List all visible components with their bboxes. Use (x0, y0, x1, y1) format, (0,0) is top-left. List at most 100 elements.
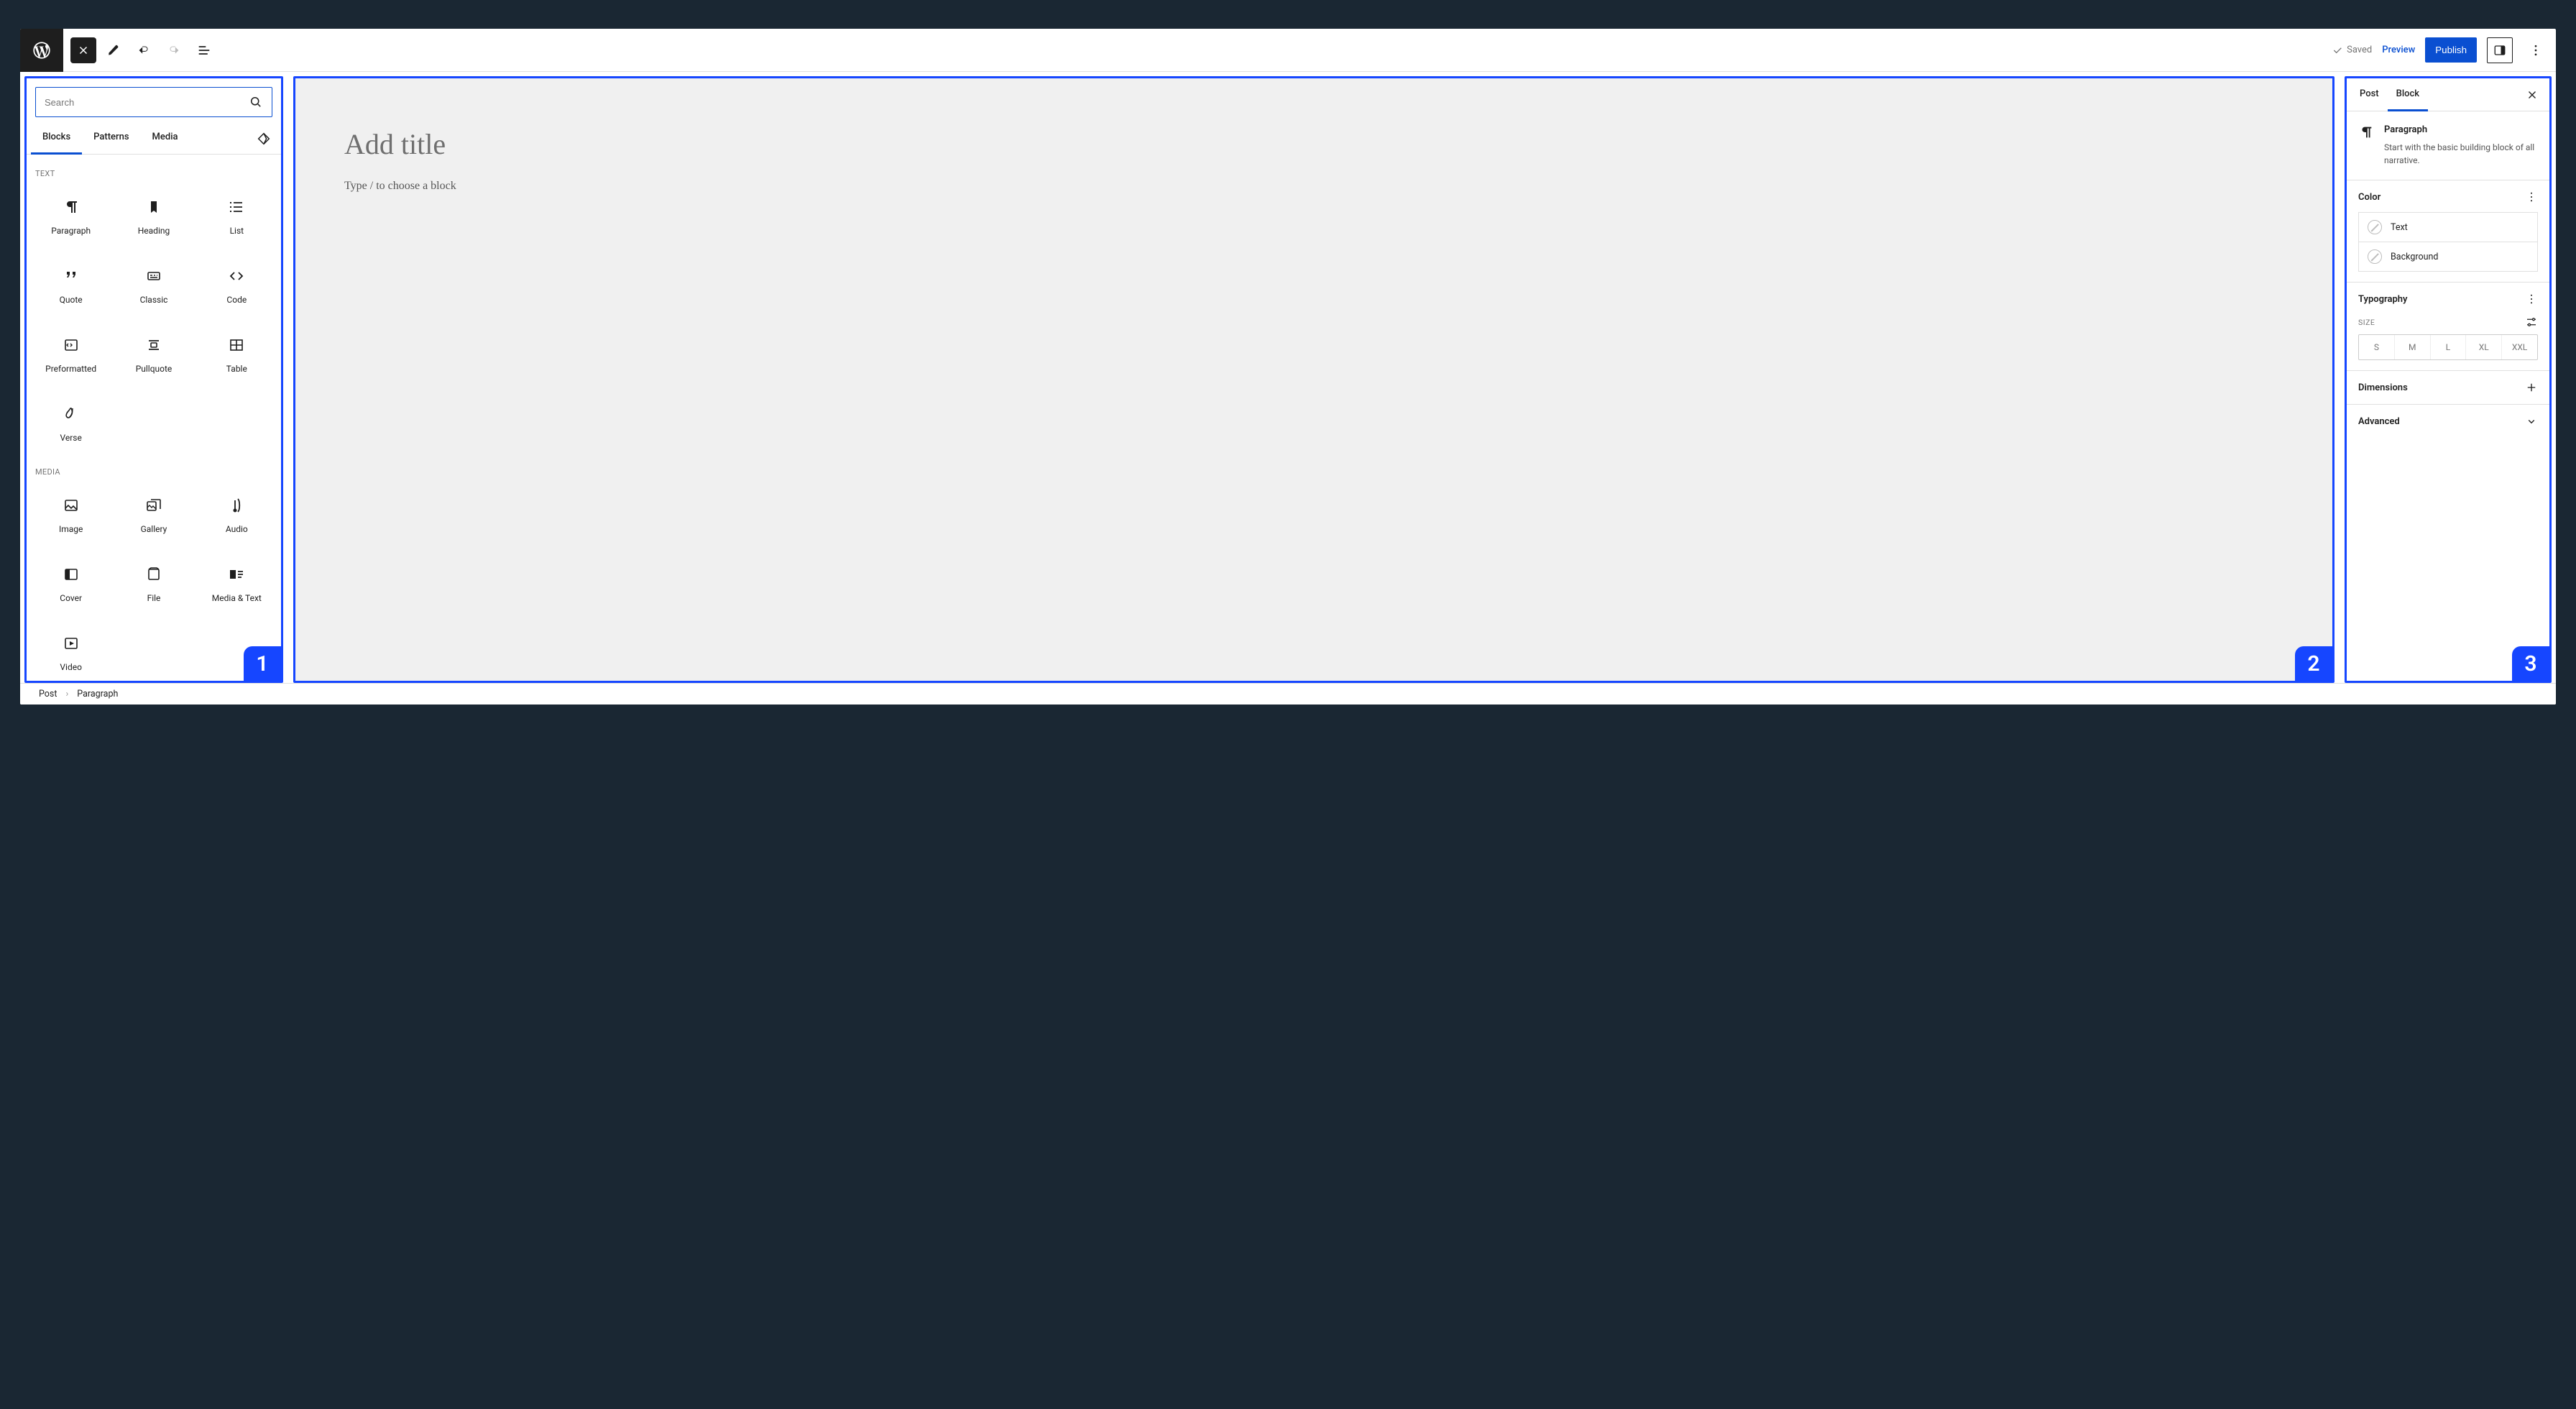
block-item-code[interactable]: Code (197, 253, 277, 319)
background-color-control[interactable]: Background (2358, 242, 2538, 272)
settings-toggle-button[interactable] (2487, 37, 2513, 63)
font-size-s[interactable]: S (2359, 335, 2394, 359)
toggle-inserter-button[interactable] (70, 37, 96, 63)
advanced-expand-button[interactable] (2525, 415, 2538, 428)
block-item-label: Heading (138, 226, 170, 236)
dimensions-panel-title: Dimensions (2358, 382, 2408, 393)
redo-icon (166, 42, 182, 58)
list-view-icon (197, 43, 211, 58)
paragraph-icon (2358, 124, 2374, 140)
block-item-quote[interactable]: Quote (31, 253, 111, 319)
block-item-classic[interactable]: Classic (114, 253, 193, 319)
preview-link[interactable]: Preview (2382, 45, 2415, 55)
editor-canvas[interactable]: Add title Type / to choose a block 2 (293, 76, 2334, 683)
settings-sidebar: Post Block Paragraph Start with the basi… (2345, 76, 2552, 683)
block-item-table[interactable]: Table (197, 322, 277, 388)
block-item-video[interactable]: Video (31, 620, 111, 681)
block-item-heading[interactable]: Heading (114, 184, 193, 250)
dimensions-panel[interactable]: Dimensions (2347, 371, 2549, 405)
block-item-file[interactable]: File (114, 551, 193, 618)
tab-block-settings[interactable]: Block (2388, 78, 2428, 111)
tab-post-settings[interactable]: Post (2351, 78, 2388, 111)
block-item-image[interactable]: Image (31, 482, 111, 549)
top-toolbar: Saved Preview Publish (20, 29, 2556, 72)
text-color-control[interactable]: Text (2358, 212, 2538, 242)
toolbar-right: Saved Preview Publish (2332, 37, 2556, 63)
block-search-input[interactable] (45, 97, 243, 108)
sidebar-icon (2493, 44, 2506, 57)
block-item-audio[interactable]: Audio (197, 482, 277, 549)
save-status-label: Saved (2347, 45, 2372, 55)
block-item-preformatted[interactable]: Preformatted (31, 322, 111, 388)
block-item-pullquote[interactable]: Pullquote (114, 322, 193, 388)
chevron-right-icon: › (65, 689, 68, 699)
quote-icon (63, 267, 80, 285)
block-item-label: Quote (60, 295, 83, 305)
block-item-label: Audio (226, 524, 248, 534)
document-overview-button[interactable] (191, 37, 217, 63)
block-list: TEXTParagraphHeadingListQuoteClassicCode… (27, 155, 281, 681)
publish-button[interactable]: Publish (2425, 37, 2477, 63)
check-icon (2332, 45, 2343, 56)
audio-icon (228, 497, 245, 514)
breadcrumb-current[interactable]: Paragraph (77, 689, 118, 699)
code-icon (228, 267, 245, 285)
post-title-placeholder[interactable]: Add title (344, 127, 2283, 161)
block-item-paragraph[interactable]: Paragraph (31, 184, 111, 250)
text-color-label: Text (2391, 222, 2408, 233)
breadcrumb-root[interactable]: Post (39, 689, 57, 699)
search-icon (249, 95, 263, 109)
block-item-gallery[interactable]: Gallery (114, 482, 193, 549)
block-description: Start with the basic building block of a… (2384, 141, 2538, 167)
pattern-directory-button[interactable] (251, 126, 277, 152)
font-size-l[interactable]: L (2430, 335, 2466, 359)
tab-blocks[interactable]: Blocks (31, 123, 82, 155)
color-panel-title: Color (2358, 192, 2380, 203)
block-search-box[interactable] (35, 87, 272, 117)
undo-button[interactable] (131, 37, 157, 63)
block-item-verse[interactable]: Verse (31, 391, 111, 457)
block-item-cover[interactable]: Cover (31, 551, 111, 618)
image-icon (63, 497, 80, 514)
sliders-icon[interactable] (2525, 316, 2538, 329)
wordpress-logo[interactable] (20, 29, 63, 72)
block-item-label: Verse (60, 433, 81, 443)
annotation-badge-1: 1 (244, 646, 281, 681)
block-item-label: Preformatted (45, 364, 96, 374)
plus-icon (2525, 381, 2538, 394)
video-icon (63, 635, 80, 652)
block-category-header: MEDIA (31, 457, 277, 482)
typography-panel-options[interactable] (2525, 293, 2538, 306)
font-size-xxl[interactable]: XXL (2501, 335, 2537, 359)
block-item-label: Table (226, 364, 247, 374)
block-item-label: Paragraph (51, 226, 91, 236)
block-item-mediatext[interactable]: Media & Text (197, 551, 277, 618)
empty-swatch-icon (2368, 249, 2382, 264)
pencil-icon (106, 43, 121, 58)
editor-body: Blocks Patterns Media TEXTParagraphHeadi… (20, 72, 2556, 683)
preformatted-icon (63, 336, 80, 354)
tools-button[interactable] (101, 37, 126, 63)
tab-media[interactable]: Media (141, 123, 190, 155)
chevron-down-icon (2525, 415, 2538, 428)
color-panel-options[interactable] (2525, 191, 2538, 203)
close-settings-button[interactable] (2519, 82, 2545, 108)
gallery-icon (145, 497, 162, 514)
dimensions-add-button[interactable] (2525, 381, 2538, 394)
inserter-tabs: Blocks Patterns Media (27, 123, 281, 155)
font-size-xl[interactable]: XL (2465, 335, 2501, 359)
block-item-label: Media & Text (212, 593, 262, 603)
font-size-buttons: SMLXLXXL (2358, 334, 2538, 360)
font-size-m[interactable]: M (2394, 335, 2430, 359)
advanced-panel-title: Advanced (2358, 416, 2400, 427)
paragraph-placeholder[interactable]: Type / to choose a block (344, 180, 2283, 193)
classic-icon (145, 267, 162, 285)
tab-patterns[interactable]: Patterns (82, 123, 140, 155)
options-button[interactable] (2523, 37, 2549, 63)
block-item-label: Image (59, 524, 83, 534)
block-info: Paragraph Start with the basic building … (2347, 111, 2549, 180)
advanced-panel[interactable]: Advanced (2347, 405, 2549, 438)
search-wrap (27, 78, 281, 123)
block-item-label: Pullquote (136, 364, 172, 374)
block-item-list[interactable]: List (197, 184, 277, 250)
